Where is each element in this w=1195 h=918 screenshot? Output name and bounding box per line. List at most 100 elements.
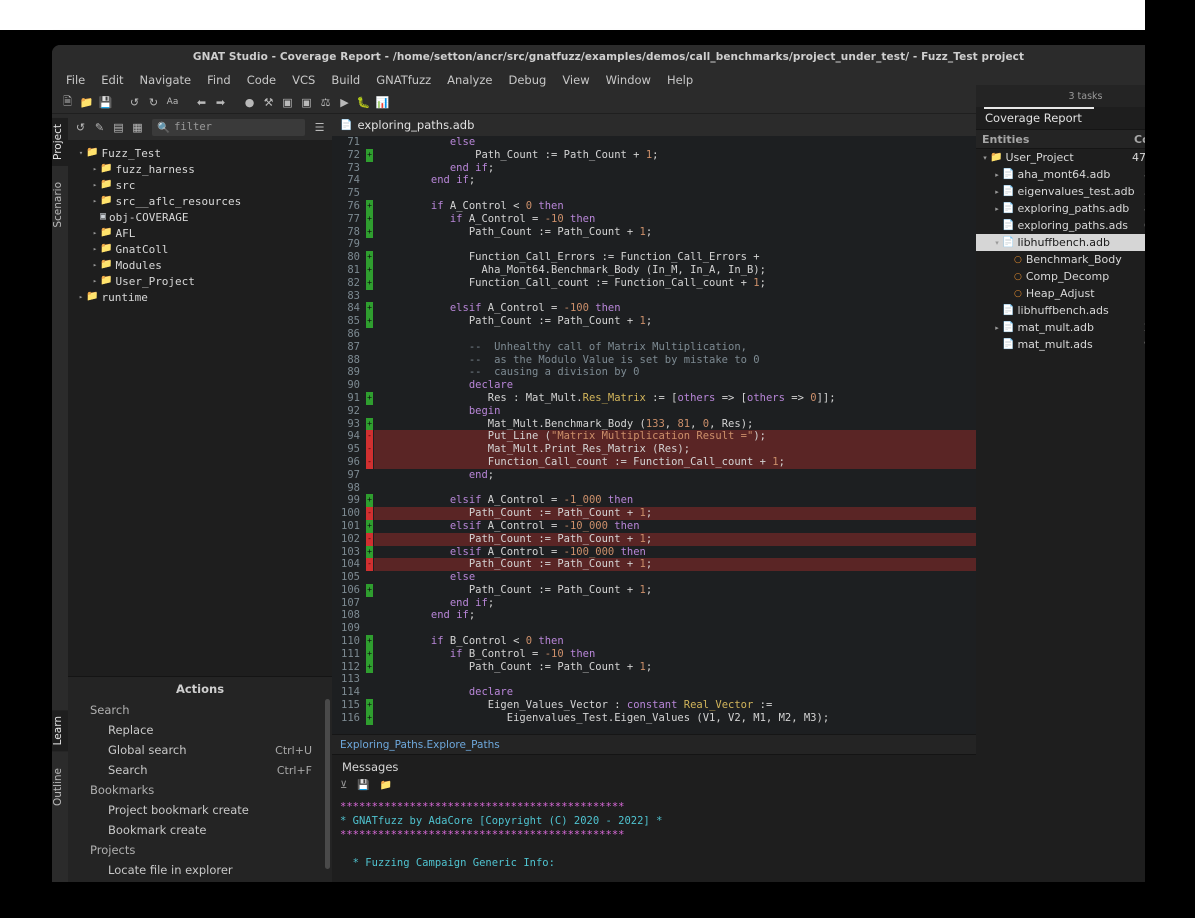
menu-item-build[interactable]: Build <box>323 71 368 89</box>
action-item[interactable]: Locate file in explorer <box>74 860 326 880</box>
clean-icon[interactable]: ⚖ <box>316 93 335 111</box>
hamburger-icon[interactable]: ☰ <box>311 119 328 136</box>
editor-tab-label[interactable]: exploring_paths.adb <box>357 118 474 132</box>
coverage-uncovered-marker[interactable]: - <box>366 443 373 456</box>
coverage-covered-marker[interactable]: + <box>366 263 373 277</box>
menu-item-navigate[interactable]: Navigate <box>132 71 200 89</box>
coverage-none-marker[interactable] <box>366 673 373 686</box>
refresh-icon[interactable]: ↺ <box>72 119 89 136</box>
chevron-icon[interactable]: ▸ <box>992 171 1002 179</box>
coverage-covered-marker[interactable]: + <box>366 212 373 226</box>
compile-all-icon[interactable]: ▣ <box>297 93 316 111</box>
coverage-uncovered-marker[interactable]: - <box>366 430 373 444</box>
chevron-icon[interactable]: ▾ <box>992 239 1002 247</box>
coverage-covered-marker[interactable]: + <box>366 660 373 674</box>
coverage-none-marker[interactable] <box>366 238 373 251</box>
undo-icon[interactable]: ↺ <box>125 93 144 111</box>
coverage-none-marker[interactable] <box>366 290 373 303</box>
chevron-icon[interactable]: ▸ <box>992 324 1002 332</box>
coverage-uncovered-marker[interactable]: - <box>366 558 373 572</box>
case-sensitive-icon[interactable]: Aa <box>163 93 182 111</box>
coverage-none-marker[interactable] <box>366 686 373 699</box>
coverage-none-marker[interactable] <box>366 469 373 482</box>
action-item[interactable]: Replace <box>74 720 326 740</box>
chevron-icon[interactable]: ▸ <box>90 165 100 173</box>
project-filter-input[interactable]: 🔍 filter <box>152 118 305 136</box>
project-tree-item[interactable]: ▣ obj-COVERAGE <box>68 209 332 225</box>
open-folder-icon[interactable]: 📁 <box>77 93 96 111</box>
coverage-covered-marker[interactable]: + <box>366 148 373 162</box>
save-icon[interactable]: 💾 <box>357 780 369 791</box>
clear-icon[interactable]: ⊻ <box>340 780 347 791</box>
editor-breadcrumb[interactable]: Exploring_Paths.Explore_Paths <box>340 739 1059 751</box>
chevron-icon[interactable]: ▸ <box>90 229 100 237</box>
coverage-covered-marker[interactable]: + <box>366 276 373 290</box>
chevron-icon[interactable]: ▸ <box>90 277 100 285</box>
coverage-uncovered-marker[interactable]: - <box>366 507 373 520</box>
coverage-covered-marker[interactable]: + <box>366 494 373 508</box>
vtab-learn[interactable]: Learn <box>52 710 68 752</box>
coverage-covered-marker[interactable]: + <box>366 225 373 239</box>
project-tree-item[interactable]: ▸ 📁 src <box>68 177 332 193</box>
project-tree-item[interactable]: ▸ 📁 User_Project <box>68 273 332 289</box>
vtab-outline[interactable]: Outline <box>52 762 68 812</box>
coverage-covered-marker[interactable]: + <box>366 302 373 316</box>
coverage-none-marker[interactable] <box>366 162 373 175</box>
coverage-none-marker[interactable] <box>366 136 373 149</box>
project-tree-item[interactable]: ▸ 📁 GnatColl <box>68 241 332 257</box>
compile-icon[interactable]: ▣ <box>278 93 297 111</box>
run-icon[interactable]: ▶ <box>335 93 354 111</box>
coverage-none-marker[interactable] <box>366 405 373 418</box>
actions-scrollbar[interactable] <box>325 699 330 869</box>
action-item[interactable]: Search Ctrl+F <box>74 760 326 780</box>
coverage-covered-marker[interactable]: + <box>366 315 373 328</box>
chevron-icon[interactable]: ▸ <box>90 197 100 205</box>
coverage-none-marker[interactable] <box>366 609 373 622</box>
coverage-none-marker[interactable] <box>366 174 373 187</box>
menu-item-window[interactable]: Window <box>598 71 659 89</box>
debug-icon[interactable]: 🐛 <box>354 93 373 111</box>
chevron-icon[interactable]: ▾ <box>76 149 86 157</box>
expand-icon[interactable]: ▦ <box>129 119 146 136</box>
menu-item-edit[interactable]: Edit <box>93 71 131 89</box>
back-arrow-icon[interactable]: ⬅ <box>192 93 211 111</box>
edit-icon[interactable]: ✎ <box>91 119 108 136</box>
menu-item-find[interactable]: Find <box>199 71 239 89</box>
save-icon[interactable]: 💾 <box>96 93 115 111</box>
forward-arrow-icon[interactable]: ➡ <box>211 93 230 111</box>
coverage-covered-marker[interactable]: + <box>366 251 373 264</box>
coverage-covered-marker[interactable]: + <box>366 699 373 712</box>
coverage-none-marker[interactable] <box>366 622 373 635</box>
chevron-icon[interactable]: ▸ <box>90 181 100 189</box>
coverage-covered-marker[interactable]: + <box>366 545 373 559</box>
coverage-none-marker[interactable] <box>366 341 373 354</box>
vtab-scenario[interactable]: Scenario <box>52 176 68 234</box>
action-item[interactable]: Global search Ctrl+U <box>74 740 326 760</box>
project-tree-item[interactable]: ▸ 📁 runtime <box>68 289 332 305</box>
chevron-icon[interactable]: ▸ <box>90 261 100 269</box>
coverage-covered-marker[interactable]: + <box>366 635 373 648</box>
coverage-covered-marker[interactable]: + <box>366 199 373 213</box>
coverage-covered-marker[interactable]: + <box>366 583 373 597</box>
chevron-icon[interactable]: ▸ <box>992 205 1002 213</box>
collapse-icon[interactable]: ▤ <box>110 119 127 136</box>
coverage-covered-marker[interactable]: + <box>366 647 373 661</box>
build-icon[interactable]: ⚒ <box>259 93 278 111</box>
action-item[interactable]: Project bookmark create <box>74 800 326 820</box>
coverage-uncovered-marker[interactable]: - <box>366 455 373 469</box>
folder-icon[interactable]: 📁 <box>380 780 392 791</box>
coverage-none-marker[interactable] <box>366 354 373 367</box>
redo-icon[interactable]: ↻ <box>144 93 163 111</box>
coverage-covered-marker[interactable]: + <box>366 417 373 431</box>
project-tree-item[interactable]: ▾ 📁 Fuzz_Test <box>68 145 332 161</box>
coverage-none-marker[interactable] <box>366 366 373 379</box>
vtab-project[interactable]: Project <box>52 118 68 166</box>
chevron-icon[interactable]: ▸ <box>90 245 100 253</box>
chevron-icon[interactable]: ▸ <box>992 188 1002 196</box>
menu-item-analyze[interactable]: Analyze <box>439 71 500 89</box>
project-tree-item[interactable]: ▸ 📁 Modules <box>68 257 332 273</box>
coverage-covered-marker[interactable]: + <box>366 391 373 405</box>
action-item[interactable]: Bookmark create <box>74 820 326 840</box>
coverage-covered-marker[interactable]: + <box>366 711 373 725</box>
menu-item-debug[interactable]: Debug <box>500 71 554 89</box>
